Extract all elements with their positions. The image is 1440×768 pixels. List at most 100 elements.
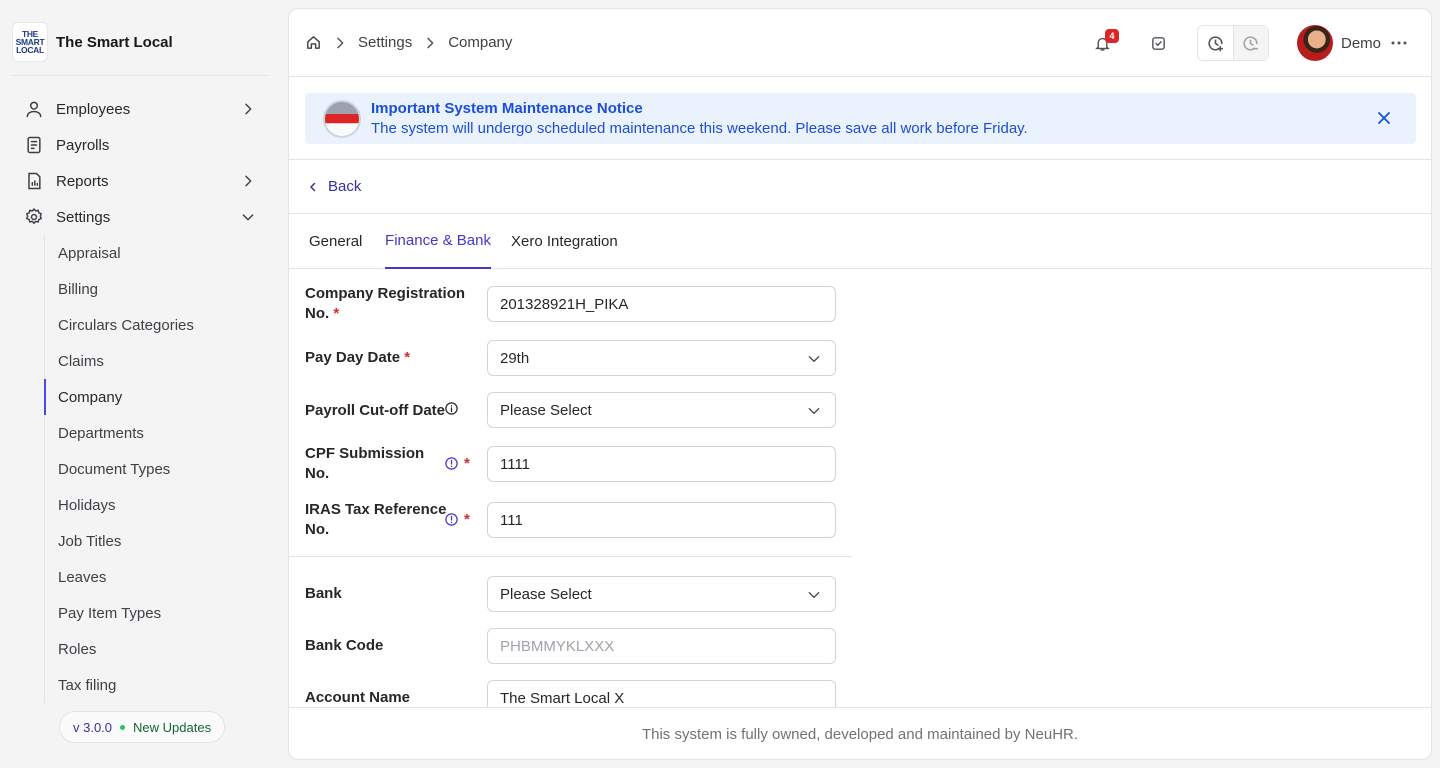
user-menu[interactable]: Demo	[1296, 25, 1411, 61]
avatar	[1296, 25, 1333, 61]
version-badge[interactable]: v 3.0.0 New Updates	[59, 711, 226, 743]
sidebar-item-tax-filing[interactable]: Tax filing	[45, 667, 268, 703]
sidebar-item-employees[interactable]: Employees	[14, 91, 268, 127]
field-label: Company Registration No. *	[305, 284, 465, 324]
more-horizontal-icon[interactable]	[1387, 31, 1411, 55]
receipt-icon	[27, 136, 41, 154]
field-label: Bank Code	[305, 636, 383, 656]
field-label: Payroll Cut-off Date	[305, 401, 445, 421]
bank-code-input[interactable]: PHBMMYKLXXX	[487, 628, 836, 664]
home-icon[interactable]	[305, 34, 322, 51]
tab-general[interactable]: General	[309, 214, 362, 269]
iras-tax-reference-input[interactable]: 111	[487, 502, 836, 538]
label-line: No.	[305, 465, 330, 482]
tab-finance-bank[interactable]: Finance & Bank	[385, 214, 491, 269]
label-line: CPF Submission	[305, 445, 425, 462]
brand-logo: THE SMART LOCAL	[12, 22, 48, 62]
status-dot	[120, 724, 126, 730]
sidebar-item-appraisal[interactable]: Appraisal	[45, 235, 268, 271]
gear-icon	[25, 207, 43, 225]
form-row-bank-code: Bank Code PHBMMYKLXXX	[305, 628, 836, 664]
sidebar-item-label: Reports	[56, 172, 109, 190]
required-marker: *	[464, 455, 470, 472]
clock-out-button[interactable]	[1232, 26, 1268, 60]
brand[interactable]: THE SMART LOCAL The Smart Local	[12, 22, 173, 62]
back-button[interactable]: Back	[307, 178, 361, 195]
label-line: No.	[305, 305, 330, 322]
form-row-pay-day-date: Pay Day Date * 29th	[305, 340, 836, 376]
chevron-down-icon	[808, 592, 820, 598]
required-marker: *	[404, 349, 411, 366]
field-value: Please Select	[500, 401, 592, 419]
clock-in-icon	[1208, 35, 1224, 51]
sidebar-item-pay-item-types[interactable]: Pay Item Types	[45, 595, 268, 631]
version-label: v 3.0.0	[73, 719, 113, 735]
user-name: Demo	[1340, 34, 1381, 52]
maintenance-notice: Important System Maintenance Notice The …	[305, 93, 1416, 144]
sidebar-item-settings[interactable]: Settings	[14, 199, 268, 235]
bank-select[interactable]: Please Select	[487, 576, 836, 612]
clock-toggle	[1196, 25, 1269, 61]
sidebar-item-leaves[interactable]: Leaves	[45, 559, 268, 595]
notification-count-badge: 4	[1104, 29, 1119, 43]
sidebar-item-label: Settings	[56, 208, 111, 226]
tab-bar: General Finance & Bank Xero Integration	[289, 214, 1431, 269]
field-label: Bank	[305, 584, 342, 604]
breadcrumb: Settings Company	[305, 34, 512, 51]
sidebar-item-roles[interactable]: Roles	[45, 631, 268, 667]
required-marker: *	[333, 305, 340, 322]
notice-title: Important System Maintenance Notice	[371, 99, 643, 117]
clock-in-button[interactable]	[1198, 26, 1233, 60]
back-label: Back	[328, 178, 362, 195]
sidebar-item-circulars-categories[interactable]: Circulars Categories	[45, 307, 268, 343]
tasks-button[interactable]	[1141, 25, 1177, 61]
field-label: CPF Submission No.	[305, 444, 424, 484]
close-icon[interactable]	[1374, 108, 1394, 128]
label-line: No.	[305, 521, 330, 538]
sidebar-item-departments[interactable]: Departments	[45, 415, 268, 451]
pay-day-select[interactable]: 29th	[487, 340, 836, 376]
notifications-button[interactable]: 4	[1085, 25, 1121, 61]
sidebar: THE SMART LOCAL The Smart Local Employee…	[0, 0, 280, 768]
notice-image	[323, 99, 361, 138]
sidebar-item-company[interactable]: Company	[44, 379, 268, 415]
sidebar-item-label: Employees	[56, 100, 131, 118]
sidebar-item-holidays[interactable]: Holidays	[45, 487, 268, 523]
sidebar-item-claims[interactable]: Claims	[45, 343, 268, 379]
company-registration-input[interactable]: 201328921H_PIKA	[487, 286, 836, 322]
form-row-company-registration: Company Registration No. * 201328921H_PI…	[305, 284, 836, 326]
label-line: Company Registration	[305, 285, 466, 302]
sidebar-item-job-titles[interactable]: Job Titles	[45, 523, 268, 559]
checkbox-icon	[1152, 36, 1166, 50]
label-line: IRAS Tax Reference	[305, 501, 447, 518]
label-text: Pay Day Date	[305, 349, 401, 366]
section-divider	[289, 556, 852, 557]
tab-xero-integration[interactable]: Xero Integration	[511, 214, 618, 269]
sidebar-item-document-types[interactable]: Document Types	[45, 451, 268, 487]
footer: This system is fully owned, developed an…	[289, 707, 1431, 759]
info-icon[interactable]	[444, 512, 459, 527]
sidebar-item-billing[interactable]: Billing	[45, 271, 268, 307]
chevron-down-icon	[242, 214, 254, 221]
top-bar: Settings Company 4 Demo	[289, 9, 1431, 77]
report-icon	[28, 172, 41, 190]
info-icon[interactable]	[444, 456, 459, 471]
breadcrumb-settings[interactable]: Settings	[358, 34, 412, 51]
cpf-submission-input[interactable]: 1111	[487, 446, 836, 482]
settings-subnav: Appraisal Billing Circulars Categories C…	[44, 235, 268, 703]
chevron-right-icon	[245, 175, 252, 187]
label-text: Bank Code	[305, 637, 384, 654]
form-row-bank: Bank Please Select	[305, 576, 836, 612]
clock-out-icon	[1243, 35, 1259, 51]
required-marker: *	[464, 511, 470, 528]
payroll-cutoff-select[interactable]: Please Select	[487, 392, 836, 428]
info-icon[interactable]	[444, 401, 459, 416]
back-row: Back	[289, 159, 1431, 214]
breadcrumb-company: Company	[448, 34, 513, 51]
field-value: Please Select	[500, 585, 592, 603]
chevron-down-icon	[808, 356, 820, 362]
sidebar-item-reports[interactable]: Reports	[14, 163, 268, 199]
updates-label: New Updates	[133, 719, 212, 735]
field-value: 1111	[500, 455, 531, 473]
sidebar-item-payrolls[interactable]: Payrolls	[14, 127, 268, 163]
